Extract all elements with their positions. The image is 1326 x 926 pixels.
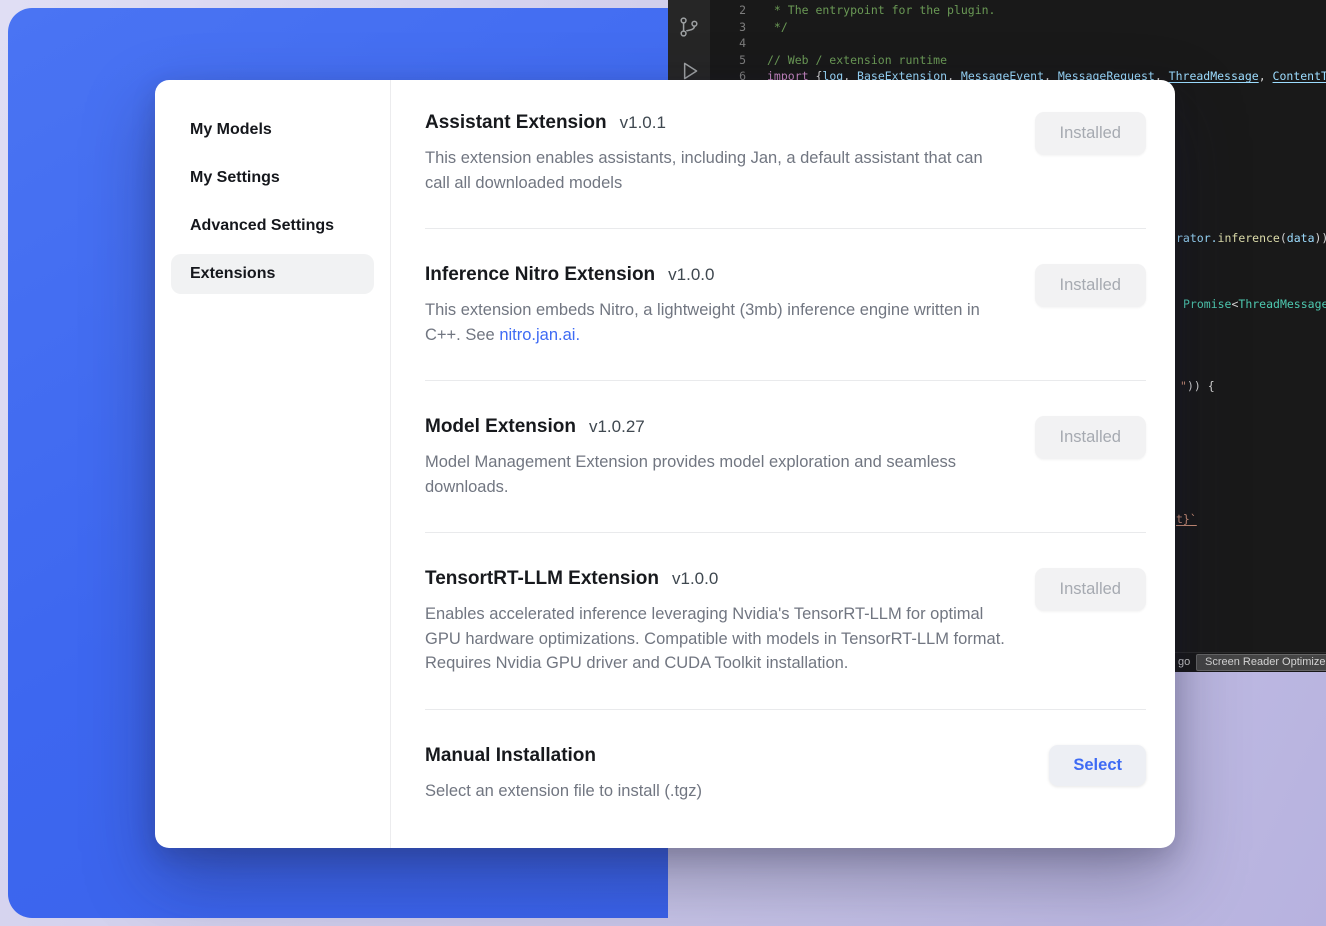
- settings-sidebar: My Models My Settings Advanced Settings …: [155, 80, 391, 848]
- extension-description: Enables accelerated inference leveraging…: [425, 602, 1007, 676]
- status-language[interactable]: go: [1178, 656, 1190, 668]
- extension-row: Assistant Extension v1.0.1 This extensio…: [425, 80, 1146, 229]
- code-fragment: rator.inference(data));: [1176, 231, 1326, 245]
- code-line: 4: [710, 35, 1326, 52]
- extension-version: v1.0.27: [589, 417, 645, 437]
- extension-version: v1.0.1: [620, 113, 666, 133]
- extension-title: Assistant Extension: [425, 110, 607, 136]
- manual-installation-row: Manual Installation Select an extension …: [425, 710, 1146, 837]
- extension-description: This extension embeds Nitro, a lightweig…: [425, 298, 1007, 347]
- extension-row: TensortRT-LLM Extension v1.0.0 Enables a…: [425, 533, 1146, 710]
- nitro-link[interactable]: nitro.jan.ai.: [499, 326, 580, 344]
- code-fragment: ")) {: [1180, 379, 1215, 393]
- installed-button[interactable]: Installed: [1035, 112, 1146, 155]
- code-fragment: t}`: [1176, 512, 1197, 526]
- sidebar-item-my-models[interactable]: My Models: [171, 110, 374, 150]
- sidebar-item-extensions[interactable]: Extensions: [171, 254, 374, 294]
- code-area: 2 * The entrypoint for the plugin.3 */45…: [710, 2, 1326, 85]
- extension-version: v1.0.0: [668, 265, 714, 285]
- extension-version: v1.0.0: [672, 569, 718, 589]
- installed-button[interactable]: Installed: [1035, 264, 1146, 307]
- source-control-icon[interactable]: [676, 14, 702, 40]
- code-line: 5// Web / extension runtime: [710, 52, 1326, 69]
- extension-description: This extension enables assistants, inclu…: [425, 146, 1007, 195]
- installed-button[interactable]: Installed: [1035, 568, 1146, 611]
- sidebar-item-my-settings[interactable]: My Settings: [171, 158, 374, 198]
- extension-title: TensortRT-LLM Extension: [425, 566, 659, 592]
- extension-description: Model Management Extension provides mode…: [425, 450, 1007, 499]
- extension-title: Model Extension: [425, 414, 576, 440]
- manual-installation-description: Select an extension file to install (.tg…: [425, 779, 1007, 804]
- extension-row: Model Extension v1.0.27 Model Management…: [425, 381, 1146, 533]
- screen-reader-badge[interactable]: Screen Reader Optimized: [1196, 654, 1326, 671]
- manual-installation-title: Manual Installation: [425, 743, 596, 769]
- code-line: 2 * The entrypoint for the plugin.: [710, 2, 1326, 19]
- settings-modal: My Models My Settings Advanced Settings …: [155, 80, 1175, 848]
- sidebar-item-advanced-settings[interactable]: Advanced Settings: [171, 206, 374, 246]
- code-fragment: Promise<ThreadMessage>: [1183, 297, 1326, 311]
- select-button[interactable]: Select: [1049, 745, 1146, 786]
- extensions-list: Assistant Extension v1.0.1 This extensio…: [391, 80, 1175, 848]
- code-line: 3 */: [710, 19, 1326, 36]
- extension-title: Inference Nitro Extension: [425, 262, 655, 288]
- installed-button[interactable]: Installed: [1035, 416, 1146, 459]
- extension-row: Inference Nitro Extension v1.0.0 This ex…: [425, 229, 1146, 381]
